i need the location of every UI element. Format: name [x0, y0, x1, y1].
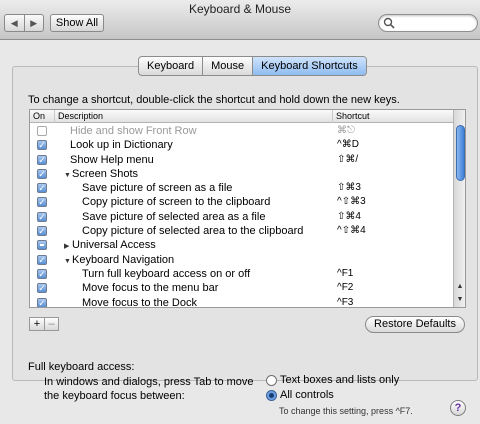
checkbox[interactable]: ✓ — [37, 254, 47, 265]
row-label: Save picture of selected area as a file — [82, 210, 266, 223]
checkbox[interactable]: ✓ — [37, 197, 47, 208]
row-description: Save picture of selected area as a file — [82, 210, 265, 224]
row-description: Hide and show Front Row — [70, 124, 197, 138]
row-label: Keyboard Navigation — [72, 253, 175, 266]
show-all-button[interactable]: Show All — [50, 14, 104, 32]
row-shortcut[interactable]: ⇧⌘4 — [337, 210, 361, 224]
tab-keyboard[interactable]: Keyboard — [139, 57, 202, 75]
checkbox[interactable]: ✓ — [37, 140, 47, 151]
table-row[interactable]: ✓ Turn full keyboard access on or off ^F1 — [30, 267, 453, 281]
table-row[interactable]: ✓ ▼Keyboard Navigation — [30, 253, 453, 267]
row-shortcut[interactable]: ^F1 — [337, 267, 353, 281]
table-row[interactable]: ✓ ▼Screen Shots — [30, 167, 453, 181]
table-row[interactable]: Hide and show Front Row ⌘⎋ — [30, 124, 453, 138]
full-keyboard-access-note: To change this setting, press ^F7. — [279, 406, 413, 416]
row-label: Copy picture of screen to the clipboard — [82, 196, 271, 209]
column-header-shortcut[interactable]: Shortcut — [332, 110, 453, 123]
row-shortcut[interactable]: ⌘⎋ — [337, 124, 355, 138]
add-shortcut-button[interactable]: + — [30, 318, 44, 330]
table-rows: Hide and show Front Row ⌘⎋ ✓ Look up in Dic… — [30, 124, 453, 308]
checkbox[interactable]: ✓ — [37, 168, 47, 179]
radio-label: All controls — [280, 389, 334, 401]
add-remove-buttons: + – — [29, 317, 59, 331]
instructions-text: To change a shortcut, double-click the s… — [28, 94, 400, 106]
checkbox[interactable]: ✓ — [37, 183, 47, 194]
row-label: Copy picture of selected area to the cli… — [82, 225, 304, 238]
checkbox[interactable]: ✓ — [37, 154, 47, 165]
row-description: Show Help menu — [70, 153, 154, 167]
vertical-scrollbar[interactable]: ▲ ▼ — [453, 110, 465, 307]
full-keyboard-access-label: Full keyboard access: — [28, 361, 135, 373]
shortcuts-table[interactable]: On Description Shortcut Hide and show Fr… — [29, 109, 466, 308]
row-shortcut[interactable]: ⇧⌘3 — [337, 181, 361, 195]
table-row[interactable]: ✓ Save picture of selected area as a file… — [30, 210, 453, 224]
row-shortcut[interactable]: ^⌘D — [337, 138, 359, 152]
row-label: Universal Access — [72, 239, 156, 252]
mixed-checkbox[interactable] — [37, 240, 47, 251]
row-description: Move focus to the Dock — [82, 296, 197, 308]
checkbox[interactable] — [37, 126, 47, 136]
table-row[interactable]: ✓ Save picture of screen as a file ⇧⌘3 — [30, 181, 453, 195]
tab-keyboard-shortcuts[interactable]: Keyboard Shortcuts — [252, 57, 366, 75]
back-arrow-icon[interactable]: ◀ — [5, 15, 24, 31]
preferences-pane: Keyboard Mouse Keyboard Shortcuts To cha… — [0, 41, 480, 424]
row-description: Copy picture of screen to the clipboard — [82, 195, 270, 209]
row-description: Look up in Dictionary — [70, 138, 173, 152]
remove-shortcut-button[interactable]: – — [44, 318, 58, 330]
table-row[interactable]: ✓ Copy picture of selected area to the cl… — [30, 224, 453, 238]
row-description: Copy picture of selected area to the cli… — [82, 224, 303, 238]
row-shortcut[interactable]: ^⇧⌘3 — [337, 195, 366, 209]
row-description: Save picture of screen as a file — [82, 181, 232, 195]
help-button[interactable]: ? — [450, 400, 466, 416]
table-row[interactable]: ✓ Copy picture of screen to the clipboard… — [30, 195, 453, 209]
full-keyboard-access-prompt: In windows and dialogs, press Tab to mov… — [44, 376, 254, 402]
column-header-description[interactable]: Description — [54, 110, 332, 123]
row-label: Turn full keyboard access on or off — [82, 267, 251, 280]
table-row[interactable]: ▶ Universal Access — [30, 238, 453, 252]
search-icon — [383, 17, 395, 29]
table-row[interactable]: ✓ Show Help menu ⇧⌘/ — [30, 153, 453, 167]
checkbox[interactable]: ✓ — [37, 226, 47, 237]
window-titlebar: Keyboard & Mouse ◀ ▶ Show All — [0, 0, 480, 40]
radio-button-selected-icon[interactable] — [266, 389, 277, 401]
column-header-on[interactable]: On — [30, 110, 54, 123]
table-row[interactable]: ✓ Move focus to the Dock ^F3 — [30, 296, 453, 308]
radio-text-boxes-and-lists[interactable]: Text boxes and lists only — [266, 374, 399, 386]
tab-bar: Keyboard Mouse Keyboard Shortcuts — [138, 56, 367, 76]
scroll-down-arrow-icon[interactable]: ▼ — [454, 294, 465, 306]
search-field[interactable] — [378, 14, 478, 32]
row-label: Screen Shots — [72, 167, 139, 180]
table-row[interactable]: ✓ Look up in Dictionary ^⌘D — [30, 138, 453, 152]
restore-defaults-button[interactable]: Restore Defaults — [365, 316, 465, 333]
row-description: Move focus to the menu bar — [82, 281, 218, 295]
checkbox[interactable]: ✓ — [37, 211, 47, 222]
checkbox[interactable]: ✓ — [37, 283, 47, 294]
checkbox[interactable]: ✓ — [37, 297, 47, 307]
table-row[interactable]: ✓ Move focus to the menu bar ^F2 — [30, 281, 453, 295]
scroll-up-arrow-icon[interactable]: ▲ — [454, 281, 465, 293]
radio-label: Text boxes and lists only — [280, 374, 400, 386]
tab-mouse[interactable]: Mouse — [202, 57, 252, 75]
checkbox[interactable]: ✓ — [37, 268, 47, 279]
row-label: Save picture of screen as a file — [82, 182, 233, 195]
row-shortcut[interactable]: ^F2 — [337, 281, 353, 295]
row-label: Look up in Dictionary — [70, 139, 173, 152]
row-description: Turn full keyboard access on or off — [82, 267, 250, 281]
radio-all-controls[interactable]: All controls — [266, 389, 334, 401]
row-label: Hide and show Front Row — [70, 125, 197, 137]
forward-arrow-icon[interactable]: ▶ — [23, 15, 44, 31]
row-label: Show Help menu — [70, 153, 154, 166]
table-header: On Description Shortcut — [30, 110, 453, 123]
radio-button-icon[interactable] — [266, 374, 277, 386]
scrollbar-thumb[interactable] — [456, 125, 465, 181]
row-shortcut[interactable]: ^F3 — [337, 296, 353, 307]
nav-buttons: ◀ ▶ — [4, 14, 44, 32]
row-label: Move focus to the Dock — [82, 296, 197, 308]
row-shortcut[interactable]: ^⇧⌘4 — [337, 224, 366, 238]
row-label: Move focus to the menu bar — [82, 282, 219, 295]
row-shortcut[interactable]: ⇧⌘/ — [337, 153, 358, 167]
